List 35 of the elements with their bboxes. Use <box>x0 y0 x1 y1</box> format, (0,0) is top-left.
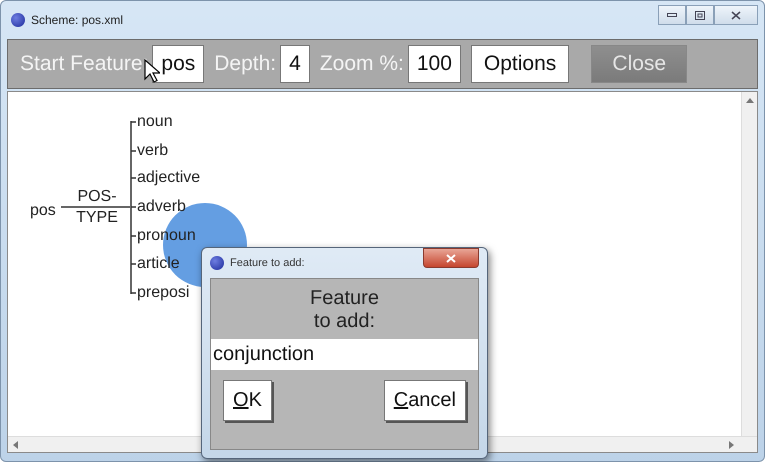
tree-node-label[interactable]: adverb <box>137 198 186 216</box>
scroll-up-icon[interactable] <box>746 97 754 103</box>
close-button[interactable] <box>423 248 479 268</box>
toolbar-button[interactable]: Options <box>470 45 570 83</box>
dialog-button[interactable]: OK <box>223 380 272 421</box>
tree-node-label[interactable]: noun <box>137 113 173 131</box>
close-button[interactable] <box>714 5 758 25</box>
field-label: Depth: <box>214 52 276 76</box>
vertical-scrollbar[interactable] <box>741 92 757 436</box>
input-field[interactable]: pos <box>152 45 204 83</box>
maximize-icon <box>695 10 705 20</box>
close-icon <box>446 254 456 262</box>
scroll-left-icon[interactable] <box>12 440 18 448</box>
tree-node-label: pos <box>30 202 56 220</box>
scroll-right-icon[interactable] <box>729 440 735 448</box>
input-field[interactable]: 4 <box>280 45 310 83</box>
dialog-title: Feature to add: <box>230 257 306 269</box>
edge-label: POS- <box>76 188 118 206</box>
window-title: Scheme: pos.xml <box>31 13 124 27</box>
field-label: Zoom %: <box>320 52 404 76</box>
maximize-button[interactable] <box>686 5 714 25</box>
input-field[interactable]: conjunction <box>211 339 478 370</box>
input-field[interactable]: 100 <box>408 45 461 83</box>
minimize-button[interactable] <box>658 5 686 25</box>
tree-node-label[interactable]: adjective <box>137 169 200 187</box>
prompt-text: Feature to add: <box>309 287 380 333</box>
minimize-icon <box>667 12 677 18</box>
edge-label: TYPE <box>75 209 119 227</box>
tree-node-label[interactable]: preposi <box>137 284 190 302</box>
dialog-button[interactable]: Cancel <box>384 380 466 421</box>
edge-line <box>61 206 130 208</box>
app-icon <box>210 256 224 270</box>
close-icon <box>731 10 741 20</box>
app-icon <box>11 13 25 27</box>
tree-node-label[interactable]: verb <box>137 142 168 160</box>
